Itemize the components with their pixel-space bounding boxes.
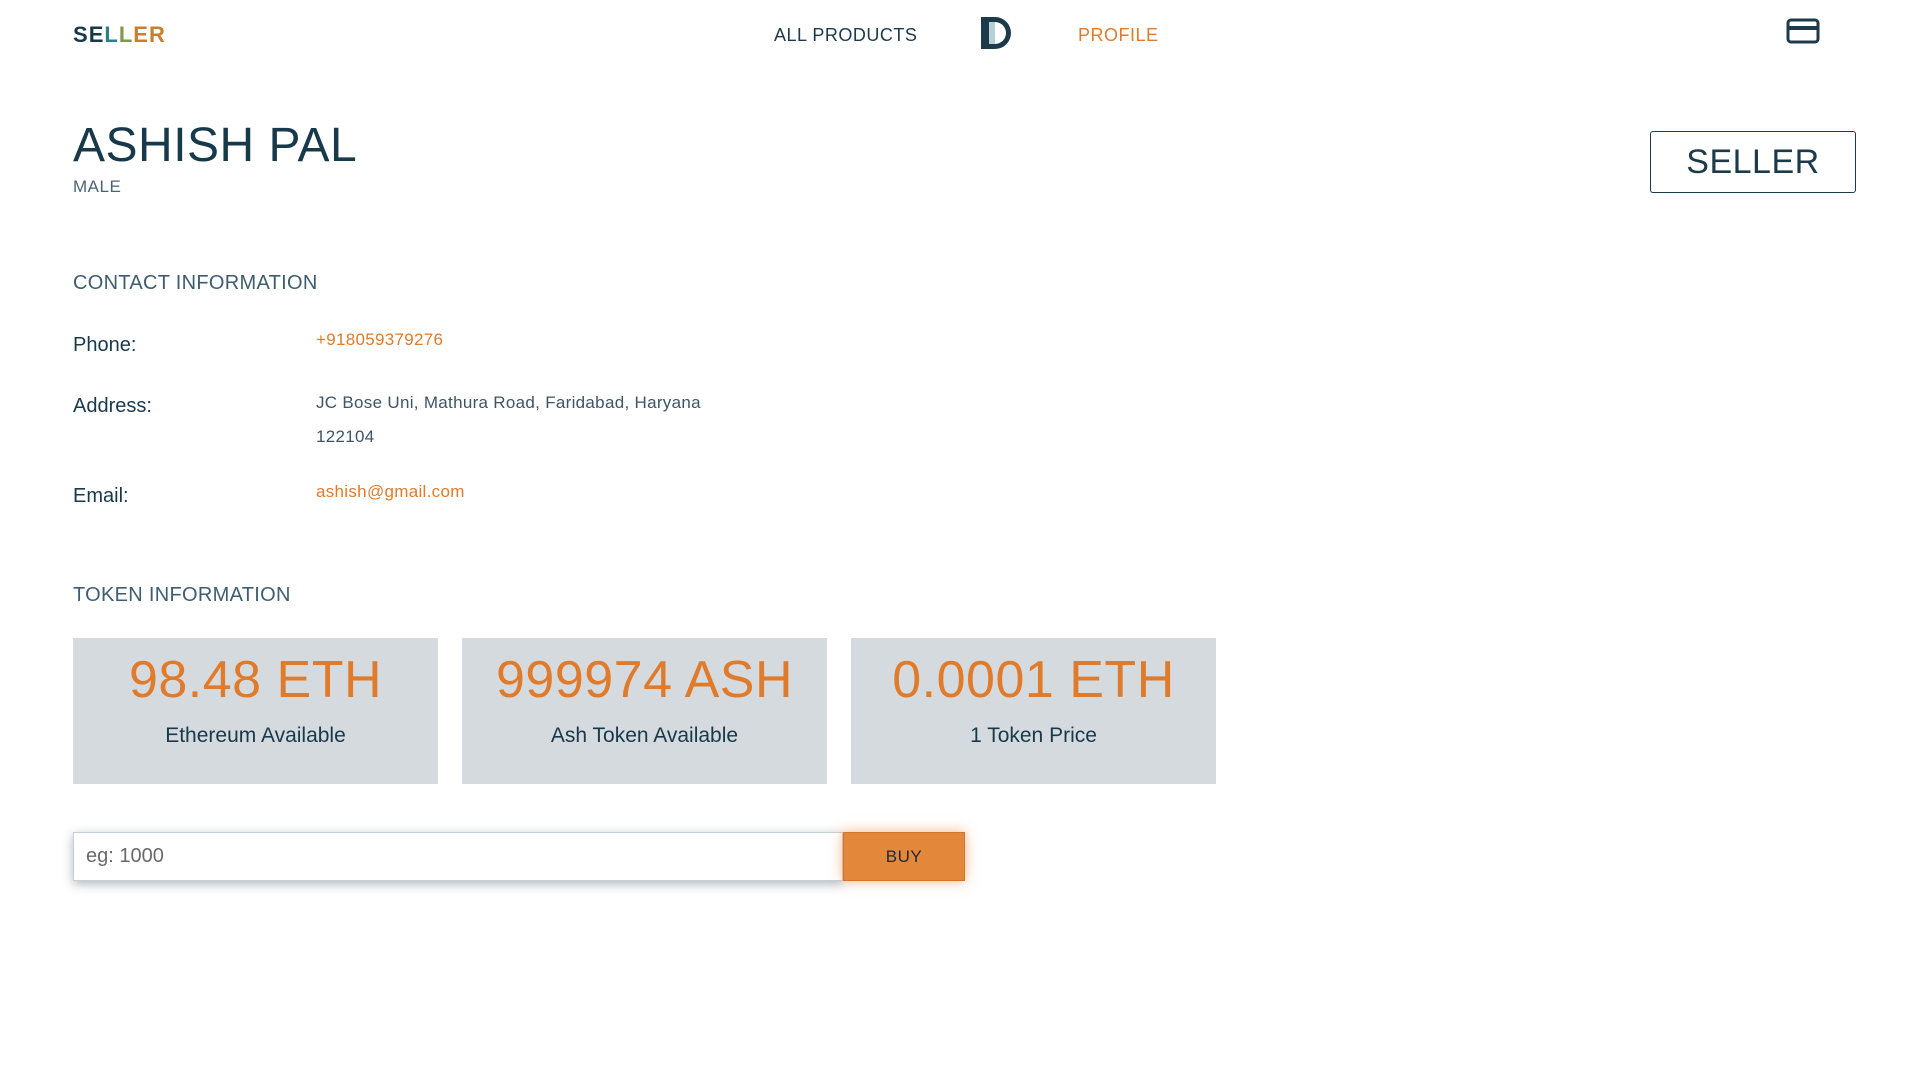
brand-letter: L: [118, 22, 134, 47]
token-caption: 1 Token Price: [970, 724, 1097, 747]
brand-letter: E: [88, 22, 105, 47]
token-amount: 98.48 ETH: [128, 651, 383, 709]
seller-profile-page: SELLER ALL PRODUCTS PROFILE ASHISH PAL M…: [0, 0, 1920, 1080]
address-line: JC Bose Uni, Mathura Road, Faridabad, Ha…: [316, 393, 701, 412]
buy-button[interactable]: BUY: [843, 832, 965, 881]
role-seller-button[interactable]: SELLER: [1650, 131, 1856, 193]
nav-all-products[interactable]: ALL PRODUCTS: [774, 25, 917, 46]
token-amount: 999974 ASH: [495, 651, 794, 709]
brand-letter: L: [104, 22, 119, 47]
contact-section-title: CONTACT INFORMATION: [73, 272, 318, 294]
email-value[interactable]: ashish@gmail.com: [316, 482, 465, 502]
token-caption: Ash Token Available: [550, 724, 739, 747]
phone-value[interactable]: +918059379276: [316, 330, 443, 350]
brand-letter: E: [133, 22, 149, 47]
token-quantity-input[interactable]: [73, 832, 843, 881]
nav-profile[interactable]: PROFILE: [1078, 25, 1159, 46]
brand-letter: R: [148, 22, 166, 47]
token-card-ash: 999974 ASH Ash Token Available: [462, 638, 827, 784]
buy-form: BUY: [73, 832, 965, 881]
profile-name: ASHISH PAL: [73, 119, 358, 172]
token-section-title: TOKEN INFORMATION: [73, 584, 291, 606]
brand-wordmark: SELLER: [73, 22, 166, 48]
credit-card-icon[interactable]: [1786, 17, 1820, 45]
d-letter-logo-icon[interactable]: [980, 15, 1016, 51]
address-postcode: 122104: [316, 427, 375, 446]
token-caption: Ethereum Available: [165, 724, 346, 747]
phone-label: Phone:: [73, 334, 137, 356]
email-label: Email:: [73, 485, 129, 507]
address-value: JC Bose Uni, Mathura Road, Faridabad, Ha…: [316, 386, 776, 454]
brand-letter: S: [73, 22, 89, 47]
token-card-price: 0.0001 ETH 1 Token Price: [851, 638, 1216, 784]
token-card-ethereum: 98.48 ETH Ethereum Available: [73, 638, 438, 784]
address-label: Address:: [73, 395, 152, 417]
token-amount: 0.0001 ETH: [892, 651, 1175, 709]
profile-gender: MALE: [73, 177, 122, 196]
